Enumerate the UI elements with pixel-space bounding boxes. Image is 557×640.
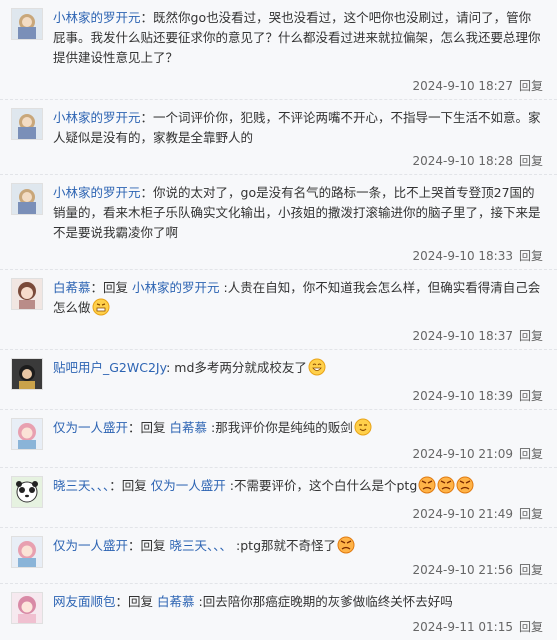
reply-meta: 2024-9-10 21:09 回复	[412, 445, 543, 462]
reply-prefix: 回复	[121, 478, 147, 493]
list-item: 仅为一人盛开：回复 白莃慕 :那我评价你是纯纯的贩剑 2024-9-10 21:…	[0, 410, 557, 468]
reply-target-link[interactable]: 小林家的罗开元	[132, 280, 220, 295]
reply-target-link[interactable]: 仅为一人盛开	[151, 478, 226, 493]
avatar[interactable]	[11, 358, 43, 390]
reply-meta: 2024-9-11 01:15 回复	[412, 618, 543, 635]
reply-button[interactable]: 回复	[519, 447, 543, 461]
reply-button[interactable]: 回复	[519, 249, 543, 263]
reply-target-link[interactable]: 白莃慕	[157, 594, 195, 609]
smug-emoji-icon	[354, 418, 372, 436]
list-item: 小林家的罗开元：你说的太对了，go是没有名气的路标一条，比不上哭首专登顶27国的…	[0, 175, 557, 270]
reply-meta: 2024-9-10 18:37 回复	[412, 327, 543, 344]
reply-prefix: 回复	[140, 420, 166, 435]
list-item: 贴吧用户_G2WC2Jy: md多考两分就成校友了 2024-9-10 18:3…	[0, 350, 557, 410]
avatar[interactable]	[11, 536, 43, 568]
timestamp: 2024-9-10 18:37	[412, 329, 513, 343]
avatar[interactable]	[11, 278, 43, 310]
username-link[interactable]: 仅为一人盛开	[53, 420, 128, 435]
username-link[interactable]: 小林家的罗开元	[53, 110, 141, 125]
reply-meta: 2024-9-10 18:28 回复	[412, 152, 543, 169]
reply-button[interactable]: 回复	[519, 389, 543, 403]
reply-meta: 2024-9-10 18:27 回复	[412, 77, 543, 94]
avatar[interactable]	[11, 108, 43, 140]
timestamp: 2024-9-10 21:56	[412, 563, 513, 577]
reply-button[interactable]: 回复	[519, 329, 543, 343]
reply-button[interactable]: 回复	[519, 79, 543, 93]
grimace-emoji-icon	[92, 298, 110, 316]
reply-content: 小林家的罗开元：一个词评价你，犯贱，不评论两嘴不开心，不指导一下生活不如意。家人…	[53, 110, 541, 145]
angry-emoji-icon	[456, 476, 474, 494]
reply-content: 仅为一人盛开：回复 晓三天、、、 :ptg那就不奇怪了	[53, 536, 543, 556]
reply-prefix: 回复	[128, 594, 154, 609]
reply-content: 仅为一人盛开：回复 白莃慕 :那我评价你是纯纯的贩剑	[53, 418, 543, 438]
list-item: 仅为一人盛开：回复 晓三天、、、 :ptg那就不奇怪了 2024-9-10 21…	[0, 528, 557, 584]
list-item: 网友面顺包：回复 白莃慕 :回去陪你那癌症晚期的灰爹做临终关怀去好吗 2024-…	[0, 584, 557, 640]
reply-meta: 2024-9-10 18:33 回复	[412, 247, 543, 264]
reply-text: :那我评价你是纯纯的贩剑	[211, 420, 353, 435]
username-link[interactable]: 小林家的罗开元	[53, 10, 141, 25]
reply-list: 小林家的罗开元：既然你go也没看过，哭也没看过，这个吧你也没刷过，请问了，管你屁…	[0, 0, 557, 640]
reply-meta: 2024-9-10 18:39 回复	[412, 387, 543, 404]
reply-text: :不需要评价，这个白什么是个ptg	[229, 478, 418, 493]
reply-content: 贴吧用户_G2WC2Jy: md多考两分就成校友了	[53, 358, 543, 378]
angry-emoji-icon	[437, 476, 455, 494]
avatar[interactable]	[11, 476, 43, 508]
username-link[interactable]: 仅为一人盛开	[53, 538, 128, 553]
list-item: 小林家的罗开元：既然你go也没看过，哭也没看过，这个吧你也没刷过，请问了，管你屁…	[0, 0, 557, 100]
username-link[interactable]: 晓三天、、、	[53, 478, 109, 493]
reply-content: 网友面顺包：回复 白莃慕 :回去陪你那癌症晚期的灰爹做临终关怀去好吗	[53, 594, 453, 609]
reply-prefix: 回复	[103, 280, 129, 295]
laugh-emoji-icon	[308, 358, 326, 376]
reply-button[interactable]: 回复	[519, 154, 543, 168]
username-link[interactable]: 白莃慕	[53, 280, 91, 295]
avatar[interactable]	[11, 592, 43, 624]
reply-button[interactable]: 回复	[519, 507, 543, 521]
reply-target-link[interactable]: 白莃慕	[170, 420, 208, 435]
angry-emoji-icon	[337, 536, 355, 554]
avatar[interactable]	[11, 8, 43, 40]
username-link[interactable]: 小林家的罗开元	[53, 185, 141, 200]
reply-prefix: 回复	[140, 538, 166, 553]
angry-emoji-icon	[418, 476, 436, 494]
username-link[interactable]: 网友面顺包	[53, 594, 116, 609]
reply-meta: 2024-9-10 21:56 回复	[412, 561, 543, 578]
timestamp: 2024-9-10 18:27	[412, 79, 513, 93]
reply-text: md多考两分就成校友了	[174, 360, 307, 375]
avatar[interactable]	[11, 183, 43, 215]
avatar[interactable]	[11, 418, 43, 450]
reply-content: 晓三天、、、：回复 仅为一人盛开 :不需要评价，这个白什么是个ptg	[53, 476, 543, 496]
reply-content: 白莃慕：回复 小林家的罗开元 :人贵在自知，你不知道我会怎么样，但确实看得清自己…	[53, 280, 541, 316]
timestamp: 2024-9-10 18:39	[412, 389, 513, 403]
list-item: 小林家的罗开元：一个词评价你，犯贱，不评论两嘴不开心，不指导一下生活不如意。家人…	[0, 100, 557, 175]
reply-meta: 2024-9-10 21:49 回复	[412, 505, 543, 522]
timestamp: 2024-9-10 18:28	[412, 154, 513, 168]
list-item: 白莃慕：回复 小林家的罗开元 :人贵在自知，你不知道我会怎么样，但确实看得清自己…	[0, 270, 557, 350]
timestamp: 2024-9-10 18:33	[412, 249, 513, 263]
reply-content: 小林家的罗开元：既然你go也没看过，哭也没看过，这个吧你也没刷过，请问了，管你屁…	[53, 10, 541, 65]
list-item: 晓三天、、、：回复 仅为一人盛开 :不需要评价，这个白什么是个ptg 2024-…	[0, 468, 557, 528]
reply-button[interactable]: 回复	[519, 620, 543, 634]
timestamp: 2024-9-10 21:49	[412, 507, 513, 521]
reply-text: :回去陪你那癌症晚期的灰爹做临终关怀去好吗	[198, 594, 453, 609]
reply-target-link[interactable]: 晓三天、、、	[170, 538, 233, 553]
username-link[interactable]: 贴吧用户_G2WC2Jy	[53, 360, 166, 375]
reply-button[interactable]: 回复	[519, 563, 543, 577]
reply-content: 小林家的罗开元：你说的太对了，go是没有名气的路标一条，比不上哭首专登顶27国的…	[53, 185, 541, 240]
timestamp: 2024-9-11 01:15	[412, 620, 513, 634]
reply-text: :ptg那就不奇怪了	[236, 538, 337, 553]
timestamp: 2024-9-10 21:09	[412, 447, 513, 461]
